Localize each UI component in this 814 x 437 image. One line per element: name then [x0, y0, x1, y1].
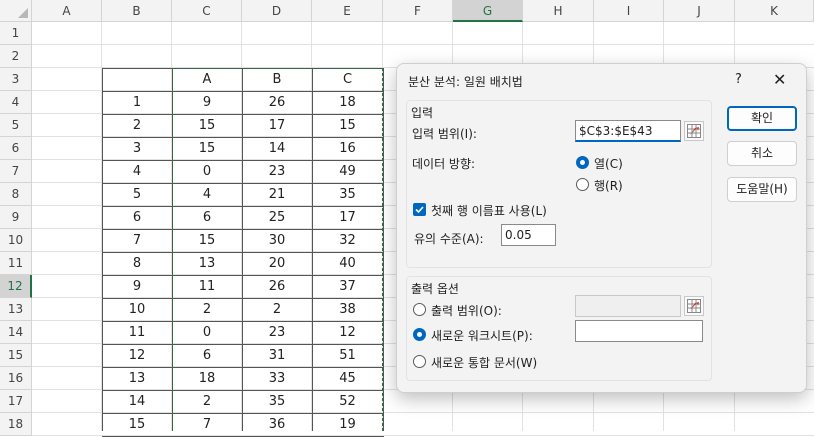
table-index-cell[interactable]: 8 — [102, 252, 172, 275]
direction-column-label: 열(C) — [594, 157, 623, 171]
column-header-c[interactable]: C — [172, 0, 242, 22]
column-header-j[interactable]: J — [664, 0, 735, 22]
column-header-k[interactable]: K — [735, 0, 814, 22]
ok-button[interactable]: 확인 — [727, 106, 797, 131]
row-header-9[interactable]: 9 — [0, 206, 32, 229]
row-header-1[interactable]: 1 — [0, 22, 32, 45]
column-header-d[interactable]: D — [242, 0, 312, 22]
first-row-labels-checkbox[interactable] — [413, 203, 426, 216]
column-header-h[interactable]: H — [523, 0, 594, 22]
cancel-button[interactable]: 취소 — [727, 141, 797, 166]
anova-dialog: 분산 분석: 일원 배치법 ? ✕ 입력 입력 범위(I): $C$3:$E$4… — [396, 63, 807, 393]
column-header-g[interactable]: G — [453, 0, 523, 22]
direction-label: 데이터 방향: — [412, 157, 476, 171]
row-header-14[interactable]: 14 — [0, 321, 32, 344]
row-header-13[interactable]: 13 — [0, 298, 32, 321]
table-index-cell[interactable]: 6 — [102, 206, 172, 229]
dialog-title: 분산 분석: 일원 배치법 — [408, 75, 523, 89]
column-header-e[interactable]: E — [312, 0, 383, 22]
first-row-labels-label: 첫째 행 이름표 사용(L) — [431, 204, 547, 218]
input-range-label: 입력 범위(I): — [412, 127, 477, 141]
direction-row-radio[interactable] — [576, 178, 589, 191]
row-header-18[interactable]: 18 — [0, 413, 32, 436]
new-worksheet-field[interactable] — [575, 320, 703, 342]
new-workbook-label: 새로운 통합 문서(W) — [431, 356, 538, 370]
column-header-b[interactable]: B — [102, 0, 172, 22]
column-header-i[interactable]: I — [594, 0, 664, 22]
table-index-cell[interactable]: 4 — [102, 160, 172, 183]
close-icon[interactable]: ✕ — [773, 70, 786, 89]
help-icon[interactable]: ? — [735, 72, 742, 87]
output-range-label: 출력 범위(O): — [431, 304, 502, 318]
checkmark-icon — [415, 206, 424, 214]
table-index-cell[interactable]: 9 — [102, 275, 172, 298]
select-all-icon — [18, 8, 28, 18]
row-header-6[interactable]: 6 — [0, 137, 32, 160]
output-range-radio[interactable] — [413, 303, 426, 316]
table-index-cell[interactable]: 2 — [102, 114, 172, 137]
table-index-cell[interactable]: 15 — [102, 413, 172, 436]
gridline — [32, 44, 814, 45]
range-select-icon — [687, 299, 701, 313]
table-index-cell[interactable]: 3 — [102, 137, 172, 160]
table-index-cell[interactable]: 10 — [102, 298, 172, 321]
input-group-title: 입력 — [411, 106, 434, 120]
direction-row-label: 행(R) — [594, 179, 623, 193]
row-header-4[interactable]: 4 — [0, 91, 32, 114]
table-index-cell[interactable]: 12 — [102, 344, 172, 367]
row-header-7[interactable]: 7 — [0, 160, 32, 183]
row-header-11[interactable]: 11 — [0, 252, 32, 275]
row-header-16[interactable]: 16 — [0, 367, 32, 390]
copy-marquee — [172, 68, 383, 431]
select-all-corner[interactable] — [0, 0, 32, 22]
direction-column-radio[interactable] — [576, 156, 589, 169]
range-select-icon — [687, 124, 701, 138]
column-header-f[interactable]: F — [383, 0, 453, 22]
row-header-2[interactable]: 2 — [0, 45, 32, 68]
table-index-cell[interactable]: 13 — [102, 367, 172, 390]
new-worksheet-radio[interactable] — [413, 328, 426, 341]
table-index-cell[interactable]: 5 — [102, 183, 172, 206]
column-header-a[interactable]: A — [32, 0, 102, 22]
table-index-cell[interactable]: 7 — [102, 229, 172, 252]
input-range-field[interactable]: $C$3:$E$43 — [575, 120, 681, 142]
row-header-17[interactable]: 17 — [0, 390, 32, 413]
row-header-12[interactable]: 12 — [0, 275, 32, 298]
table-index-cell[interactable]: 1 — [102, 91, 172, 114]
output-range-field[interactable] — [575, 295, 681, 317]
input-range-collapse-button[interactable] — [684, 121, 704, 141]
row-header-15[interactable]: 15 — [0, 344, 32, 367]
help-button[interactable]: 도움말(H) — [727, 177, 797, 202]
output-group-title: 출력 옵션 — [411, 282, 459, 296]
row-header-3[interactable]: 3 — [0, 68, 32, 91]
table-index-cell[interactable]: 11 — [102, 321, 172, 344]
new-worksheet-label: 새로운 워크시트(P): — [431, 329, 533, 343]
alpha-label: 유의 수준(A): — [414, 232, 484, 246]
output-range-collapse-button[interactable] — [684, 296, 704, 316]
row-header-5[interactable]: 5 — [0, 114, 32, 137]
table-index-cell[interactable]: 14 — [102, 390, 172, 413]
new-workbook-radio[interactable] — [413, 355, 426, 368]
row-header-10[interactable]: 10 — [0, 229, 32, 252]
alpha-field[interactable]: 0.05 — [501, 224, 556, 246]
row-header-8[interactable]: 8 — [0, 183, 32, 206]
